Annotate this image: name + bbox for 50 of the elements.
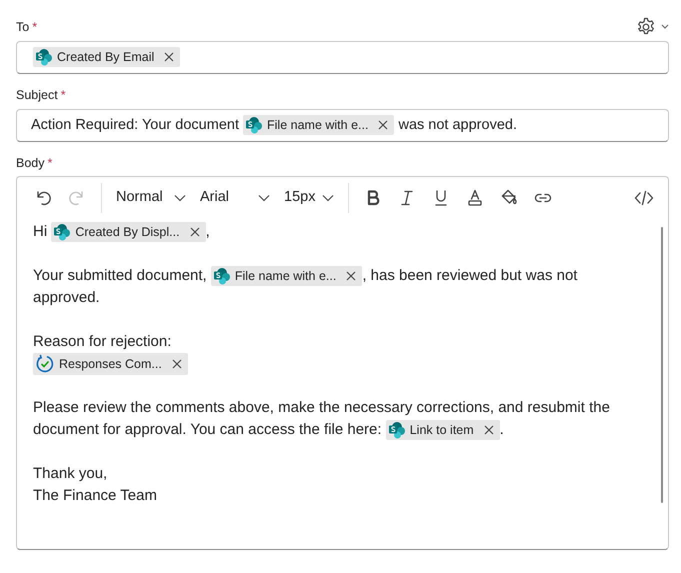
token-chip[interactable]: Link to item [386, 420, 500, 440]
subject-text: Action Required: Your document [31, 116, 239, 132]
body-text: , [206, 223, 210, 240]
site-icon [245, 116, 264, 134]
size-dropdown[interactable]: 15px [278, 183, 340, 214]
settings-icon [636, 16, 656, 37]
site-icon [53, 223, 72, 242]
chevron-down-icon [174, 194, 186, 202]
style-dropdown[interactable]: Normal [110, 183, 192, 214]
required-mark: * [60, 86, 66, 104]
site-icon [35, 48, 53, 66]
close-icon [346, 271, 356, 282]
body-text: Reason for rejection: [33, 333, 172, 350]
subject-label: Subject [16, 86, 58, 104]
subject-text: was not approved. [398, 116, 517, 132]
font-dropdown[interactable]: Arial [194, 183, 276, 214]
to-label: To [16, 19, 30, 36]
close-icon [378, 120, 388, 130]
scrollbar[interactable] [661, 227, 663, 504]
token-chip[interactable]: Responses Com... [33, 353, 188, 376]
chevron-down-icon [322, 194, 334, 202]
close-icon [164, 52, 174, 62]
settings-button[interactable] [636, 16, 669, 37]
subject-field[interactable]: Action Required: Your document File name with e... was not approved. [16, 108, 669, 142]
required-mark: * [32, 19, 38, 36]
body-text: , has been reviewed but was not [362, 267, 578, 284]
body-text: . [500, 421, 504, 438]
close-icon [484, 425, 494, 436]
required-mark: * [48, 154, 52, 172]
body-text: approved. [33, 289, 100, 306]
body-text: Please review the comments above, make the necessary corrections, and resubmit the [33, 399, 610, 416]
chevron-down-icon [258, 194, 270, 202]
body-editor[interactable] [16, 176, 669, 550]
body-label: Body [16, 154, 44, 172]
token-chip[interactable]: File name with e... [243, 114, 394, 135]
body-text: The Finance Team [33, 487, 157, 504]
close-icon [190, 227, 200, 238]
to-field[interactable]: Created By Email [16, 40, 669, 74]
token-chip[interactable]: Created By Displ... [51, 222, 206, 242]
site-icon [212, 267, 231, 286]
close-icon [172, 359, 182, 370]
site-icon [388, 421, 406, 440]
chevron-down-icon [661, 24, 669, 30]
token-chip[interactable]: Created By Email [33, 47, 180, 68]
body-text: document for approval. You can access the file here: [33, 421, 382, 438]
body-text: Thank you, [33, 465, 108, 482]
body-text: Your submitted document, [33, 267, 207, 284]
body-text: Hi [33, 223, 48, 240]
refresh-check-icon [35, 354, 55, 374]
token-chip[interactable]: File name with e... [210, 266, 362, 286]
